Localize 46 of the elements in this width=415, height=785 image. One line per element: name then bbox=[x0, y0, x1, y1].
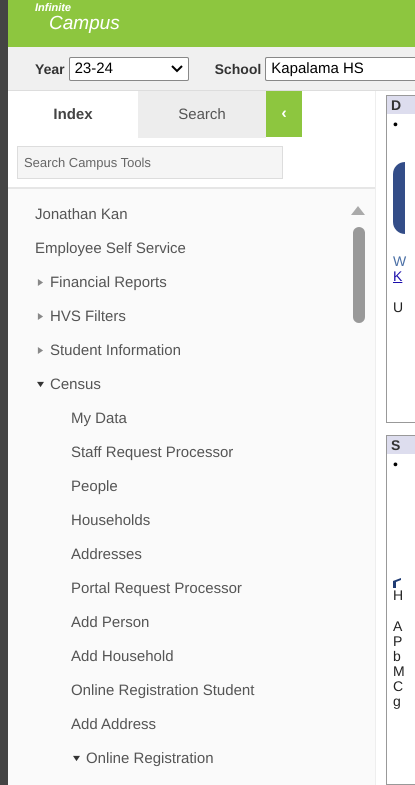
panel-text: M bbox=[392, 664, 406, 679]
school-field[interactable]: Kapalama HS bbox=[265, 56, 415, 80]
tree-item[interactable]: Addresses bbox=[71, 546, 142, 562]
panel-text: b bbox=[392, 649, 402, 664]
tree-item[interactable]: Add Household bbox=[71, 648, 174, 664]
expanded-triangle-icon[interactable] bbox=[73, 754, 80, 762]
tree-item[interactable]: Portal Request Processor bbox=[71, 580, 242, 596]
tree-item[interactable]: Jonathan Kan bbox=[35, 206, 128, 222]
tree-folder[interactable]: Census bbox=[50, 376, 101, 392]
panel-link[interactable]: K bbox=[387, 269, 415, 284]
tree-folder[interactable]: Student Information bbox=[50, 342, 181, 358]
bullet: • bbox=[392, 115, 399, 134]
tree-item[interactable]: Add Person bbox=[71, 614, 150, 630]
panel-text: P bbox=[392, 634, 404, 649]
chevron-down-icon bbox=[170, 64, 183, 72]
filter-label: Year bbox=[35, 60, 65, 76]
panel-title: D bbox=[387, 96, 415, 114]
seal-image bbox=[393, 162, 405, 234]
tree-folder[interactable]: HVS Filters bbox=[50, 308, 126, 324]
panel-text: U bbox=[392, 300, 404, 315]
tree-item[interactable]: Online Registration Student bbox=[71, 682, 254, 698]
panel-text: H bbox=[392, 588, 404, 603]
tree-item[interactable]: People bbox=[71, 478, 118, 494]
tree-item[interactable]: My Data bbox=[71, 410, 127, 426]
panel-title: S bbox=[387, 436, 415, 454]
search-field[interactable]: Search Campus Tools bbox=[17, 146, 283, 179]
collapsed-triangle-icon[interactable] bbox=[37, 312, 44, 320]
tree-folder[interactable]: Online Registration bbox=[86, 750, 214, 766]
collapsed-triangle-icon[interactable] bbox=[37, 346, 44, 354]
bullet: • bbox=[392, 455, 399, 474]
tree-item[interactable]: Staff Request Processor bbox=[71, 444, 234, 460]
scrollbar-thumb[interactable] bbox=[353, 227, 365, 323]
scroll-up-icon[interactable] bbox=[351, 206, 365, 215]
tree-item[interactable]: Employee Self Service bbox=[35, 240, 186, 256]
panel-text: C bbox=[392, 679, 404, 694]
panel-tab[interactable]: Search bbox=[138, 91, 266, 138]
panel-text: A bbox=[392, 619, 404, 634]
tree-item[interactable]: Add Address bbox=[71, 716, 156, 732]
year-dropdown[interactable]: 23-24 bbox=[68, 56, 189, 80]
filter-label: School bbox=[214, 60, 262, 76]
tree-item[interactable]: Households bbox=[71, 512, 150, 528]
panel-link[interactable]: W bbox=[387, 254, 415, 269]
collapsed-triangle-icon[interactable] bbox=[37, 278, 44, 286]
expanded-triangle-icon[interactable] bbox=[37, 380, 44, 388]
tree-folder[interactable]: Financial Reports bbox=[50, 274, 167, 290]
panel-text: g bbox=[392, 694, 402, 709]
